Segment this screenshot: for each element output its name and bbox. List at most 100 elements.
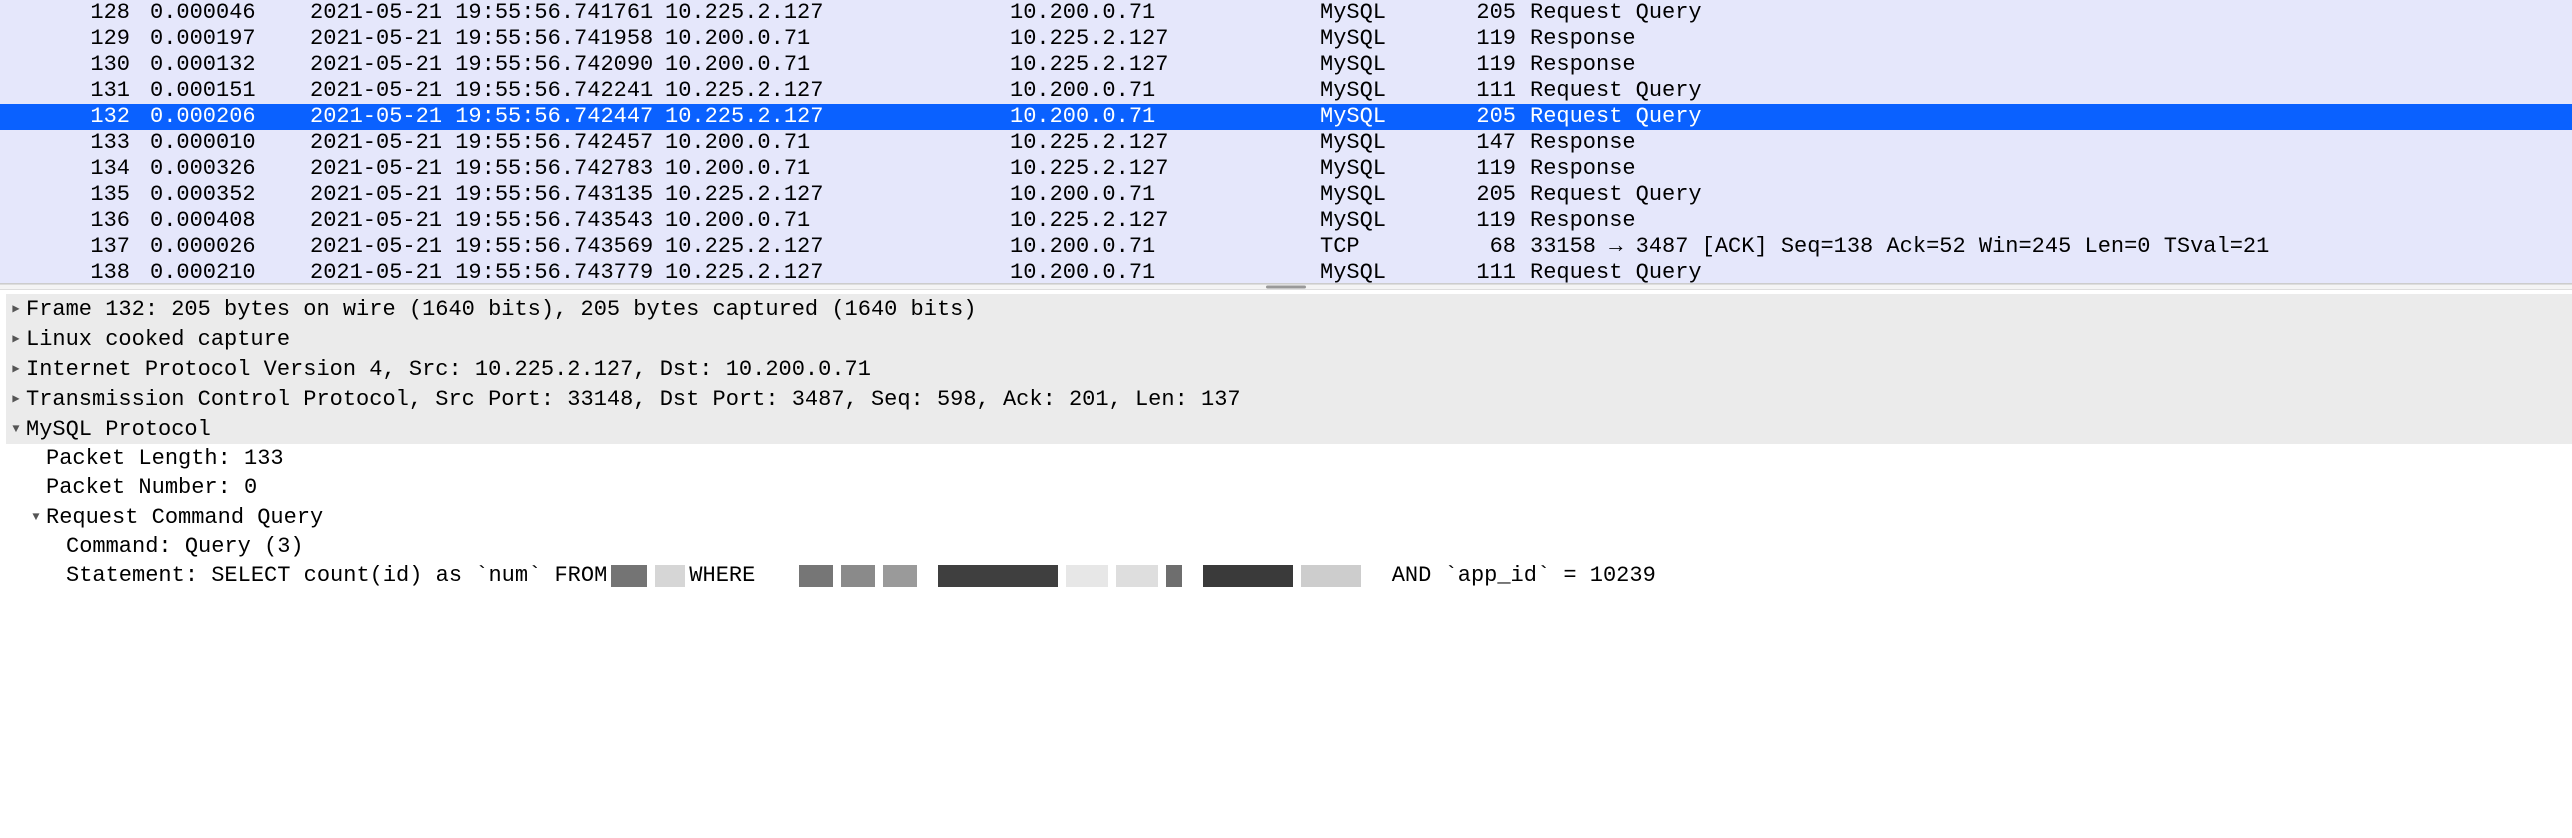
packet-row[interactable]: 1320.0002062021-05-21 19:55:56.74244710.… bbox=[0, 104, 2572, 130]
packet-cell-proto: MySQL bbox=[1320, 104, 1445, 130]
packet-cell-proto: MySQL bbox=[1320, 78, 1445, 104]
packet-cell-src: 10.225.2.127 bbox=[665, 234, 1010, 260]
packet-cell-info: Response bbox=[1530, 26, 2572, 52]
packet-row[interactable]: 1310.0001512021-05-21 19:55:56.74224110.… bbox=[0, 78, 2572, 104]
packet-cell-src: 10.200.0.71 bbox=[665, 156, 1010, 182]
packet-cell-dst: 10.225.2.127 bbox=[1010, 208, 1320, 234]
packet-cell-delta: 0.000046 bbox=[150, 0, 310, 26]
packet-cell-num: 134 bbox=[0, 156, 150, 182]
packet-cell-time: 2021-05-21 19:55:56.742447 bbox=[310, 104, 665, 130]
packet-details-pane[interactable]: Frame 132: 205 bytes on wire (1640 bits)… bbox=[0, 290, 2572, 594]
packet-cell-info: Response bbox=[1530, 208, 2572, 234]
tree-item-request-command-query[interactable]: Request Command Query bbox=[6, 502, 2572, 532]
packet-cell-len: 205 bbox=[1445, 182, 1530, 208]
packet-cell-proto: MySQL bbox=[1320, 156, 1445, 182]
packet-cell-proto: MySQL bbox=[1320, 260, 1445, 284]
pane-divider[interactable] bbox=[0, 284, 2572, 290]
tree-label-packet-length: Packet Length: 133 bbox=[46, 444, 284, 473]
packet-cell-len: 111 bbox=[1445, 260, 1530, 284]
packet-cell-len: 119 bbox=[1445, 52, 1530, 78]
packet-row[interactable]: 1360.0004082021-05-21 19:55:56.74354310.… bbox=[0, 208, 2572, 234]
tree-label-request-cmd: Request Command Query bbox=[46, 503, 323, 532]
redacted-block bbox=[611, 565, 647, 587]
packet-cell-time: 2021-05-21 19:55:56.742241 bbox=[310, 78, 665, 104]
redacted-block bbox=[1116, 565, 1158, 587]
packet-cell-delta: 0.000132 bbox=[150, 52, 310, 78]
packet-cell-delta: 0.000326 bbox=[150, 156, 310, 182]
redacted-block bbox=[799, 565, 833, 587]
packet-cell-time: 2021-05-21 19:55:56.743569 bbox=[310, 234, 665, 260]
packet-row[interactable]: 1380.0002102021-05-21 19:55:56.74377910.… bbox=[0, 260, 2572, 284]
packet-cell-dst: 10.200.0.71 bbox=[1010, 182, 1320, 208]
packet-row[interactable]: 1370.0000262021-05-21 19:55:56.74356910.… bbox=[0, 234, 2572, 260]
packet-cell-dst: 10.200.0.71 bbox=[1010, 260, 1320, 284]
tree-item-frame[interactable]: Frame 132: 205 bytes on wire (1640 bits)… bbox=[6, 294, 2572, 324]
packet-cell-len: 111 bbox=[1445, 78, 1530, 104]
packet-cell-info: Response bbox=[1530, 156, 2572, 182]
chevron-right-icon[interactable] bbox=[6, 294, 26, 324]
packet-row[interactable]: 1340.0003262021-05-21 19:55:56.74278310.… bbox=[0, 156, 2572, 182]
tree-item-statement[interactable]: Statement: SELECT count(id) as `num` FRO… bbox=[6, 561, 2572, 590]
chevron-right-icon[interactable] bbox=[6, 354, 26, 384]
packet-cell-len: 205 bbox=[1445, 104, 1530, 130]
tree-label-linux: Linux cooked capture bbox=[26, 325, 290, 354]
packet-cell-dst: 10.225.2.127 bbox=[1010, 26, 1320, 52]
redacted-block bbox=[883, 565, 917, 587]
packet-cell-delta: 0.000352 bbox=[150, 182, 310, 208]
packet-cell-delta: 0.000010 bbox=[150, 130, 310, 156]
packet-row[interactable]: 1290.0001972021-05-21 19:55:56.741958 10.… bbox=[0, 26, 2572, 52]
chevron-down-icon[interactable] bbox=[6, 414, 26, 444]
redacted-block bbox=[655, 565, 685, 587]
packet-cell-dst: 10.200.0.71 bbox=[1010, 78, 1320, 104]
tree-item-command[interactable]: Command: Query (3) bbox=[6, 532, 2572, 561]
tree-item-tcp[interactable]: Transmission Control Protocol, Src Port:… bbox=[6, 384, 2572, 414]
tree-label-packet-number: Packet Number: 0 bbox=[46, 473, 257, 502]
packet-cell-info: Response bbox=[1530, 52, 2572, 78]
packet-cell-info: Request Query bbox=[1530, 260, 2572, 284]
tree-item-packet-length[interactable]: Packet Length: 133 bbox=[6, 444, 2572, 473]
tree-label-mysql: MySQL Protocol bbox=[26, 415, 211, 444]
packet-cell-time: 2021-05-21 19:55:56.743135 bbox=[310, 182, 665, 208]
tree-item-ip[interactable]: Internet Protocol Version 4, Src: 10.225… bbox=[6, 354, 2572, 384]
tree-label-command: Command: Query (3) bbox=[66, 532, 304, 561]
tree-item-linux-cooked[interactable]: Linux cooked capture bbox=[6, 324, 2572, 354]
packet-cell-num: 135 bbox=[0, 182, 150, 208]
packet-row[interactable]: 1300.0001322021-05-21 19:55:56.74209010.… bbox=[0, 52, 2572, 78]
packet-cell-len: 119 bbox=[1445, 208, 1530, 234]
packet-row[interactable]: 1280.0000462021-05-21 19:55:56.74176110.… bbox=[0, 0, 2572, 26]
packet-cell-delta: 0.000026 bbox=[150, 234, 310, 260]
packet-row[interactable]: 1350.0003522021-05-21 19:55:56.743135 10.… bbox=[0, 182, 2572, 208]
chevron-down-icon[interactable] bbox=[26, 502, 46, 532]
tree-item-mysql-protocol[interactable]: MySQL Protocol bbox=[6, 414, 2572, 444]
packet-cell-dst: 10.225.2.127 bbox=[1010, 130, 1320, 156]
packet-cell-info: Request Query bbox=[1530, 104, 2572, 130]
packet-list[interactable]: 1280.0000462021-05-21 19:55:56.741761 10.… bbox=[0, 0, 2572, 284]
packet-cell-num: 129 bbox=[0, 26, 150, 52]
packet-cell-num: 136 bbox=[0, 208, 150, 234]
packet-row[interactable]: 1330.0000102021-05-21 19:55:56.74245710.… bbox=[0, 130, 2572, 156]
redacted-block bbox=[1203, 565, 1293, 587]
chevron-right-icon[interactable] bbox=[6, 324, 26, 354]
redacted-block bbox=[1066, 565, 1108, 587]
packet-cell-delta: 0.000151 bbox=[150, 78, 310, 104]
packet-cell-time: 2021-05-21 19:55:56.743779 bbox=[310, 260, 665, 284]
packet-cell-len: 119 bbox=[1445, 156, 1530, 182]
chevron-right-icon[interactable] bbox=[6, 384, 26, 414]
packet-cell-num: 131 bbox=[0, 78, 150, 104]
packet-cell-proto: MySQL bbox=[1320, 130, 1445, 156]
tree-label-statement-and: AND `app_id` = 10239 bbox=[1392, 561, 1656, 590]
packet-cell-time: 2021-05-21 19:55:56.741958 bbox=[310, 26, 665, 52]
packet-cell-num: 128 bbox=[0, 0, 150, 26]
packet-cell-time: 2021-05-21 19:55:56.742090 bbox=[310, 52, 665, 78]
packet-cell-time: 2021-05-21 19:55:56.741761 bbox=[310, 0, 665, 26]
packet-cell-proto: MySQL bbox=[1320, 52, 1445, 78]
packet-cell-info: Request Query bbox=[1530, 0, 2572, 26]
packet-cell-num: 137 bbox=[0, 234, 150, 260]
tree-item-packet-number[interactable]: Packet Number: 0 bbox=[6, 473, 2572, 502]
tree-label-statement-where: WHERE bbox=[689, 561, 755, 590]
packet-cell-delta: 0.000197 bbox=[150, 26, 310, 52]
packet-cell-num: 138 bbox=[0, 260, 150, 284]
packet-cell-dst: 10.225.2.127 bbox=[1010, 52, 1320, 78]
packet-cell-src: 10.225.2.127 bbox=[665, 78, 1010, 104]
packet-cell-delta: 0.000206 bbox=[150, 104, 310, 130]
